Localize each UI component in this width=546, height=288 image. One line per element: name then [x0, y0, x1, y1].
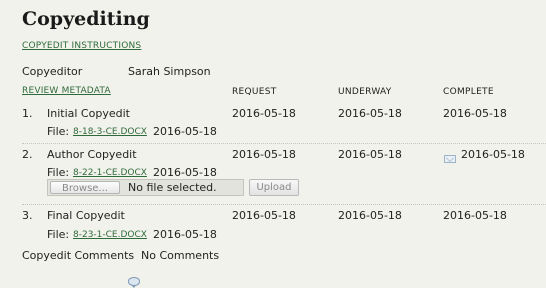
column-header-complete: COMPLETE [443, 87, 494, 97]
column-header-request: REQUEST [232, 87, 277, 97]
step-name: Author Copyedit [47, 148, 137, 161]
complete-date: 2016-05-18 [443, 107, 507, 120]
page-title: Copyediting [22, 8, 150, 30]
file-date: 2016-05-18 [153, 125, 217, 138]
file-input[interactable]: Browse... No file selected. [47, 179, 244, 196]
complete-date: 2016-05-18 [461, 148, 525, 161]
upload-button[interactable]: Upload [249, 179, 299, 196]
column-header-underway: UNDERWAY [338, 87, 392, 97]
browse-button[interactable]: Browse... [50, 181, 120, 194]
file-link[interactable]: 8-22-1-CE.DOCX [73, 168, 147, 178]
step-name: Final Copyedit [47, 209, 125, 222]
underway-date: 2016-05-18 [338, 209, 402, 222]
comment-icon[interactable] [128, 277, 140, 288]
file-link[interactable]: 8-23-1-CE.DOCX [73, 230, 147, 240]
request-date: 2016-05-18 [232, 209, 296, 222]
no-file-selected-text: No file selected. [128, 181, 217, 194]
file-label: File: [47, 166, 70, 179]
file-date: 2016-05-18 [153, 228, 217, 241]
underway-date: 2016-05-18 [338, 107, 402, 120]
request-date: 2016-05-18 [232, 107, 296, 120]
file-label: File: [47, 125, 70, 138]
copyeditor-name: Sarah Simpson [128, 65, 211, 78]
row-divider [22, 204, 546, 205]
underway-date: 2016-05-18 [338, 148, 402, 161]
file-link[interactable]: 8-18-3-CE.DOCX [73, 127, 147, 137]
row-divider [22, 143, 546, 144]
step-number: 2. [22, 148, 33, 161]
step-name: Initial Copyedit [47, 107, 130, 120]
request-date: 2016-05-18 [232, 148, 296, 161]
copyeditor-label: Copyeditor [22, 65, 83, 78]
copyedit-instructions-link[interactable]: COPYEDIT INSTRUCTIONS [22, 41, 141, 51]
copyedit-comments-label: Copyedit Comments [22, 249, 135, 262]
file-label: File: [47, 228, 70, 241]
review-metadata-link[interactable]: REVIEW METADATA [22, 86, 111, 96]
step-number: 1. [22, 107, 33, 120]
step-number: 3. [22, 209, 33, 222]
comments-value: No Comments [141, 249, 220, 262]
email-icon[interactable] [444, 155, 456, 163]
complete-date: 2016-05-18 [443, 209, 507, 222]
file-date: 2016-05-18 [153, 166, 217, 179]
